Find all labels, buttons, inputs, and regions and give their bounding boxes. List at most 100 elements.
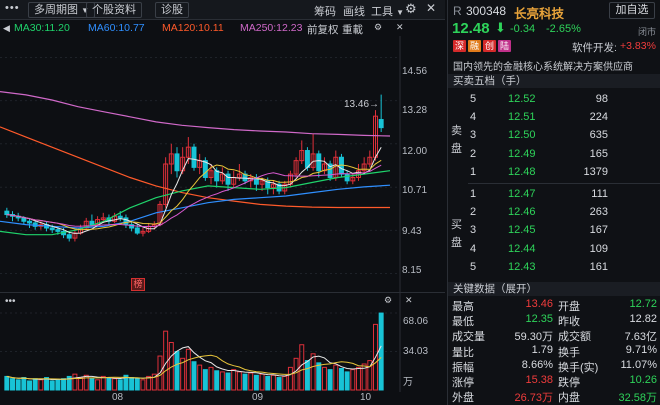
sector-label[interactable]: 软件开发: bbox=[572, 40, 617, 55]
key-value: 13.46 bbox=[525, 298, 553, 310]
order-price: 12.45 bbox=[508, 224, 536, 237]
order-price: 12.50 bbox=[508, 129, 536, 142]
volume-bar bbox=[106, 377, 112, 391]
order-volume: 111 bbox=[591, 188, 608, 200]
order-price: 12.49 bbox=[508, 147, 536, 160]
candle-body bbox=[66, 234, 72, 239]
candlestick-chart[interactable] bbox=[0, 36, 445, 292]
order-volume: 167 bbox=[589, 224, 608, 237]
order-level: 1 bbox=[470, 188, 477, 200]
key-value: 9.71% bbox=[625, 343, 657, 356]
volume-bar bbox=[225, 372, 231, 391]
ma250-line bbox=[0, 91, 391, 137]
key-data-header[interactable]: 关键数据（展开） bbox=[448, 282, 660, 296]
volume-bar bbox=[72, 373, 78, 391]
order-book-header[interactable]: 买卖五档（手） bbox=[448, 74, 660, 88]
price-tick: 9.43 bbox=[402, 226, 422, 237]
draw-line-button[interactable]: 画线 bbox=[343, 3, 365, 19]
volume-bar bbox=[316, 362, 322, 391]
close-icon[interactable]: ✕ bbox=[426, 1, 436, 15]
volume-bar bbox=[214, 370, 220, 391]
order-level: 3 bbox=[470, 224, 477, 237]
key-label: 外盘 bbox=[452, 392, 474, 405]
key-data-table: 最高 13.46 开盘 12.72 最低 12.35 昨收 12.82 成交量 59.30万 成交额… bbox=[448, 297, 660, 405]
connect-badge: 陆 bbox=[498, 40, 511, 52]
volume-bar bbox=[276, 377, 282, 391]
volume-bar bbox=[61, 378, 67, 391]
volume-bar bbox=[202, 369, 208, 391]
key-value: 12.35 bbox=[525, 313, 553, 326]
volume-bar bbox=[32, 378, 38, 391]
volume-bar bbox=[4, 375, 10, 391]
quote-panel: R 300348 长亮科技 加自选 12.48 ⬇ -0.34 -2.65% 闭… bbox=[447, 0, 660, 405]
candle-body bbox=[89, 220, 95, 226]
margin-badge: 融 bbox=[468, 40, 481, 52]
date-tick: 10 bbox=[360, 392, 372, 403]
multi-period-button[interactable]: 多周期图 ▼ bbox=[28, 2, 95, 18]
key-value: 12.72 bbox=[629, 298, 657, 310]
settings-icon[interactable]: ⚙ bbox=[374, 22, 382, 33]
high-marker: 13.46→ bbox=[344, 99, 380, 110]
ma120-value: MA120:10.11 bbox=[162, 22, 224, 34]
stock-info-button[interactable]: 个股资料 bbox=[86, 2, 142, 18]
order-level: 4 bbox=[470, 242, 477, 255]
order-volume: 161 bbox=[589, 260, 608, 273]
key-label: 最低 bbox=[452, 316, 474, 329]
add-favorite-button[interactable]: 加自选 bbox=[609, 2, 655, 19]
order-book-title: 买卖五档（手） bbox=[453, 75, 527, 87]
market-badge: 深 bbox=[453, 40, 466, 52]
key-value: 7.63亿 bbox=[624, 331, 657, 344]
key-data-title: 关键数据（展开） bbox=[453, 283, 537, 295]
order-level: 2 bbox=[470, 206, 477, 219]
settings-icon[interactable]: ⚙ bbox=[405, 1, 417, 17]
volume-bar bbox=[355, 366, 361, 391]
key-label: 内盘 bbox=[558, 392, 580, 405]
volume-bar bbox=[259, 373, 265, 391]
overlay-toggle[interactable]: 重載 bbox=[342, 22, 363, 37]
close-icon[interactable]: ✕ bbox=[396, 22, 404, 33]
price-axis: 14.56 13.28 12.00 10.71 9.43 8.15 bbox=[400, 36, 445, 292]
volume-chart[interactable] bbox=[0, 293, 445, 392]
price-tick: 10.71 bbox=[402, 185, 428, 196]
date-axis: 08 09 10 bbox=[0, 392, 445, 405]
order-volume: 165 bbox=[589, 147, 608, 160]
candle-body bbox=[191, 146, 197, 168]
key-value: 8.66% bbox=[521, 358, 553, 371]
tools-button[interactable]: 工具 ▼ bbox=[371, 3, 404, 19]
key-value: 26.73万 bbox=[514, 392, 553, 405]
volume-bar bbox=[49, 380, 55, 391]
order-level: 5 bbox=[470, 260, 477, 273]
volume-bar bbox=[197, 364, 203, 391]
volume-bar bbox=[287, 366, 293, 391]
order-volume: 224 bbox=[589, 111, 608, 124]
candle-body bbox=[4, 210, 10, 216]
more-menu-button[interactable]: ••• bbox=[5, 2, 20, 14]
current-price: 12.48 bbox=[452, 20, 490, 37]
candle-body bbox=[225, 173, 231, 185]
candle-body bbox=[21, 217, 27, 222]
key-label: 最高 bbox=[452, 301, 474, 313]
volume-bar bbox=[338, 368, 344, 391]
collapse-icon[interactable]: ◀ bbox=[3, 23, 10, 34]
list-badge[interactable]: 榜 bbox=[131, 278, 145, 291]
ma20-line bbox=[6, 164, 382, 227]
chip-button[interactable]: 筹码 bbox=[314, 3, 336, 19]
volume-tick: 68.06 bbox=[403, 316, 429, 327]
candle-body bbox=[304, 150, 310, 168]
volume-bar bbox=[236, 371, 242, 391]
chevron-down-icon: ▼ bbox=[396, 8, 404, 17]
adjust-toggle[interactable]: 前复权 bbox=[307, 22, 339, 37]
candle-body bbox=[344, 173, 350, 182]
diagnose-button[interactable]: 诊股 bbox=[155, 2, 189, 18]
key-value: 59.30万 bbox=[514, 331, 553, 344]
order-price: 12.46 bbox=[508, 206, 536, 219]
company-description: 国内领先的金融核心系统解决方案供应商 bbox=[453, 62, 633, 73]
volume-bar bbox=[270, 374, 276, 391]
market-tag: R bbox=[453, 4, 462, 18]
chart-toolbar: ••• 多周期图 ▼ 个股资料 诊股 筹码 画线 工具 ▼ ⚙ ✕ bbox=[0, 0, 445, 20]
key-value: 12.82 bbox=[629, 313, 657, 326]
ma250-value: MA250:12.23 bbox=[240, 22, 303, 34]
key-label: 成交额 bbox=[558, 331, 591, 344]
key-value: 11.07% bbox=[620, 358, 658, 371]
key-label: 开盘 bbox=[558, 301, 580, 313]
